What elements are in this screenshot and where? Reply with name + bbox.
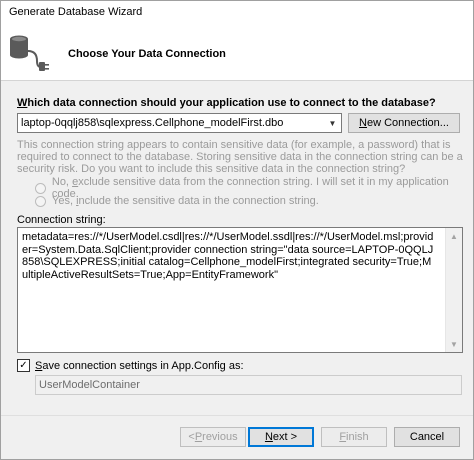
page-heading: Choose Your Data Connection (68, 48, 226, 60)
footer-divider (1, 415, 473, 416)
connection-string-text[interactable]: metadata=res://*/UserModel.csdl|res://*/… (22, 231, 436, 281)
save-settings-label: Save connection settings in App.Config a… (35, 359, 244, 372)
next-button[interactable]: Next > (248, 427, 314, 447)
include-sensitive-radio[interactable]: Yes, include the sensitive data in the c… (35, 195, 319, 207)
entity-container-name-input[interactable]: UserModelContainer (35, 375, 462, 395)
finish-button[interactable]: Finish (321, 427, 387, 447)
connection-string-label: Connection string: (17, 214, 106, 226)
title-bar: Generate Database Wizard (1, 1, 473, 25)
chevron-down-icon[interactable]: ▼ (324, 114, 341, 132)
vertical-scrollbar[interactable]: ▲ ▼ (445, 228, 462, 352)
checkmark-icon[interactable]: ✓ (17, 359, 30, 372)
save-settings-checkbox[interactable]: ✓ Save connection settings in App.Config… (17, 359, 244, 372)
include-sensitive-label: Yes, include the sensitive data in the c… (52, 195, 319, 207)
new-connection-button[interactable]: New Connection... (348, 113, 460, 133)
previous-button[interactable]: < Previous (180, 427, 246, 447)
connection-dropdown[interactable]: laptop-0qqlj858\sqlexpress.Cellphone_mod… (17, 113, 342, 133)
radio-button-icon[interactable] (35, 182, 46, 194)
wizard-window: Generate Database Wizard Choose Your Dat… (0, 0, 474, 460)
scroll-down-arrow-icon[interactable]: ▼ (446, 336, 462, 352)
cancel-button[interactable]: Cancel (394, 427, 460, 447)
connection-question-label: Which data connection should your applic… (17, 97, 436, 109)
selected-connection: laptop-0qqlj858\sqlexpress.Cellphone_mod… (21, 117, 284, 129)
radio-button-icon[interactable] (35, 195, 46, 207)
sensitive-data-notice: This connection string appears to contai… (17, 139, 463, 175)
wizard-header: Choose Your Data Connection (1, 25, 473, 81)
connection-string-field[interactable]: metadata=res://*/UserModel.csdl|res://*/… (17, 227, 463, 353)
window-title: Generate Database Wizard (9, 6, 143, 18)
entity-container-name-value: UserModelContainer (39, 379, 140, 391)
database-plug-icon (10, 35, 49, 71)
scroll-up-arrow-icon[interactable]: ▲ (446, 228, 462, 244)
